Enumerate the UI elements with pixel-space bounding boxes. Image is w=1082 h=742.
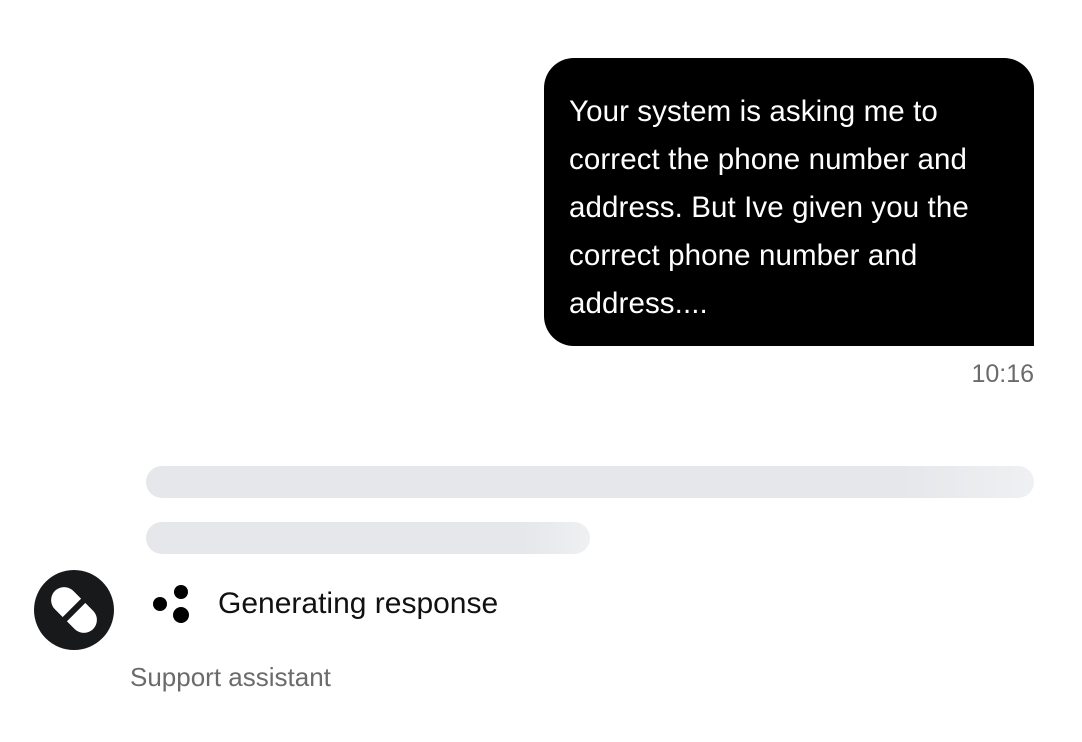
assistant-avatar (34, 570, 114, 650)
skeleton-line-long (146, 466, 1034, 498)
message-timestamp: 10:16 (971, 360, 1034, 388)
chat-thread: Your system is asking me to correct the … (0, 0, 1082, 742)
skeleton-line-short (146, 522, 590, 554)
three-dots-icon (153, 585, 189, 623)
user-message-text: Your system is asking me to correct the … (569, 95, 969, 320)
user-message-bubble: Your system is asking me to correct the … (544, 58, 1034, 346)
generating-status: Generating response (152, 584, 498, 624)
slash-logo-icon (51, 587, 97, 633)
generating-label: Generating response (218, 587, 499, 620)
assistant-name: Support assistant (130, 662, 331, 692)
